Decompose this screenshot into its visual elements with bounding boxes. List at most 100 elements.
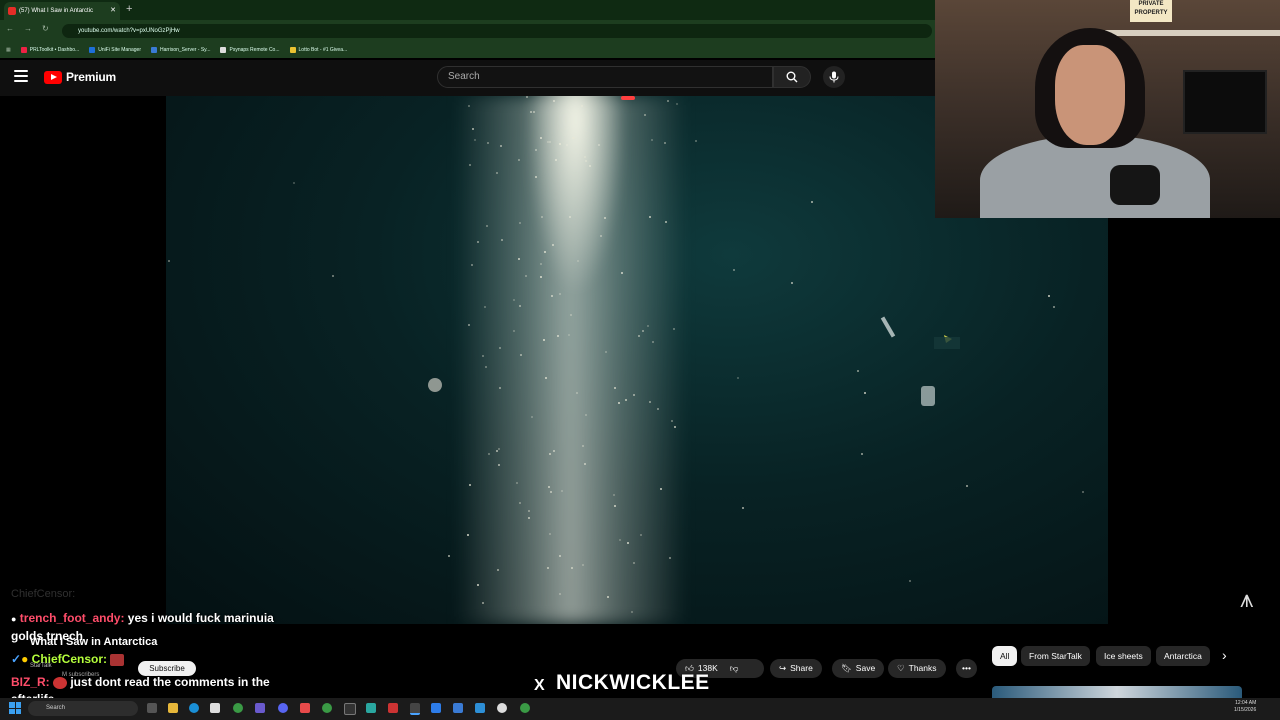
- particle: [496, 569, 499, 572]
- system-clock[interactable]: 12:04 AM 1/15/2026: [1234, 700, 1256, 714]
- search-input[interactable]: Search: [437, 66, 773, 88]
- app-icon[interactable]: [431, 703, 441, 713]
- chat-username: BIZ_R:: [11, 675, 50, 689]
- bookmark-item[interactable]: Psynaps Remote Co...: [220, 47, 280, 53]
- reload-icon[interactable]: ↻: [42, 24, 49, 33]
- particle: [554, 158, 557, 161]
- discord-icon[interactable]: [278, 703, 288, 713]
- chip-all[interactable]: All: [992, 646, 1018, 666]
- particle: [857, 370, 860, 373]
- badge-icon: ●: [11, 614, 17, 624]
- edge-icon[interactable]: [189, 703, 199, 713]
- terminal-icon[interactable]: [344, 703, 356, 715]
- app-icon[interactable]: [366, 703, 376, 713]
- chat-text: yes i would fuck marinuia: [124, 611, 274, 625]
- bookmark-item[interactable]: UniFi Site Manager: [89, 47, 141, 53]
- chat-message: BIZ_R: just dont read the comments in th…: [11, 675, 270, 689]
- particle: [613, 386, 616, 389]
- forward-icon[interactable]: →: [24, 24, 32, 33]
- chrome-icon[interactable]: [322, 703, 332, 713]
- particle: [471, 127, 474, 130]
- chevron-right-icon[interactable]: ›: [1222, 647, 1227, 663]
- particle: [632, 562, 635, 565]
- task-view-icon[interactable]: [147, 703, 157, 713]
- thanks-button[interactable]: ♡ Thanks: [888, 659, 946, 678]
- particle: [518, 222, 521, 225]
- particle: [552, 450, 555, 453]
- channel-name[interactable]: StarTalk: [30, 663, 52, 669]
- back-icon[interactable]: ←: [6, 24, 14, 33]
- bookmark-item[interactable]: PRLToolkit • Dashbo...: [20, 47, 79, 53]
- particle: [558, 292, 561, 295]
- more-actions-button[interactable]: •••: [956, 659, 977, 678]
- particle: [540, 262, 543, 265]
- particle: [534, 149, 537, 151]
- app-icon[interactable]: [388, 703, 398, 713]
- save-button[interactable]: 🔖︎ Save: [832, 659, 885, 678]
- url-field[interactable]: youtube.com/watch?v=pxUNoGzPjHw: [62, 24, 932, 38]
- particle: [573, 136, 576, 139]
- particle: [860, 453, 863, 456]
- particle: [576, 259, 579, 262]
- light-source: [526, 96, 626, 296]
- file-explorer-icon[interactable]: [168, 703, 178, 713]
- youtube-play-icon: [44, 70, 62, 84]
- bookmark-item[interactable]: Lotto Bot - #1 Givea...: [289, 47, 347, 53]
- particle: [473, 138, 476, 141]
- app-icon[interactable]: [475, 703, 485, 713]
- particle: [588, 164, 591, 167]
- menu-icon[interactable]: [14, 70, 28, 82]
- chrome-icon[interactable]: [233, 703, 243, 713]
- particle: [481, 601, 484, 604]
- taskbar-search[interactable]: Search: [28, 701, 138, 716]
- particle: [466, 533, 469, 536]
- youtube-logo[interactable]: Premium: [44, 70, 116, 84]
- voice-search-button[interactable]: [823, 66, 845, 88]
- drone-beam: [880, 316, 896, 338]
- app-icon[interactable]: [453, 703, 463, 713]
- close-tab-icon[interactable]: ✕: [110, 2, 116, 20]
- particle: [621, 271, 624, 274]
- red-light-icon: [621, 96, 635, 100]
- start-icon[interactable]: [9, 702, 21, 714]
- particle: [666, 99, 669, 102]
- dislike-icon[interactable]: 👎︎: [730, 659, 739, 678]
- subscribe-button[interactable]: Subscribe: [138, 661, 196, 676]
- obs-icon[interactable]: [410, 703, 420, 715]
- new-tab-button[interactable]: +: [126, 3, 132, 15]
- app-icon[interactable]: [300, 703, 310, 713]
- chat-text: just dont read the comments in the: [67, 675, 270, 689]
- bookmark-item[interactable]: Harrison_Server - Sy...: [151, 47, 210, 53]
- search-button[interactable]: [773, 66, 811, 88]
- browser-tab[interactable]: (57) What I Saw in Antarctic ✕: [4, 2, 120, 20]
- particle: [331, 274, 334, 277]
- particle: [966, 484, 969, 487]
- particle: [741, 506, 744, 509]
- shelf-sign: PRIVATE PROPERTY: [1130, 0, 1172, 22]
- particle: [656, 407, 659, 410]
- chip-ice-sheets[interactable]: Ice sheets: [1096, 646, 1151, 666]
- particle: [540, 215, 543, 218]
- app-icon[interactable]: [497, 703, 507, 713]
- particle: [1081, 491, 1084, 494]
- particle: [561, 489, 564, 492]
- recommended-thumbnail[interactable]: [992, 686, 1242, 698]
- chrome-icon[interactable]: [520, 703, 530, 713]
- nav-buttons: ← → ↻: [6, 24, 49, 33]
- particle: [908, 579, 911, 582]
- debris-particle: [428, 378, 442, 392]
- share-button[interactable]: ↪ Share: [770, 659, 822, 678]
- particle: [648, 215, 651, 218]
- store-icon[interactable]: [210, 703, 220, 713]
- emote-icon: [110, 653, 125, 666]
- particle: [583, 156, 586, 159]
- browser-tab-bar: [0, 0, 935, 20]
- chip-antarctica[interactable]: Antarctica: [1156, 646, 1210, 666]
- tab-title: (57) What I Saw in Antarctic: [19, 8, 94, 14]
- app-icon[interactable]: [255, 703, 265, 713]
- chip-from-channel[interactable]: From StarTalk: [1021, 646, 1090, 666]
- apps-icon[interactable]: ▦: [6, 47, 11, 53]
- badge-icon: ●: [21, 652, 29, 666]
- streamer-logo-icon: ⩚: [1240, 586, 1254, 613]
- chat-username: trench_foot_andy:: [19, 611, 125, 625]
